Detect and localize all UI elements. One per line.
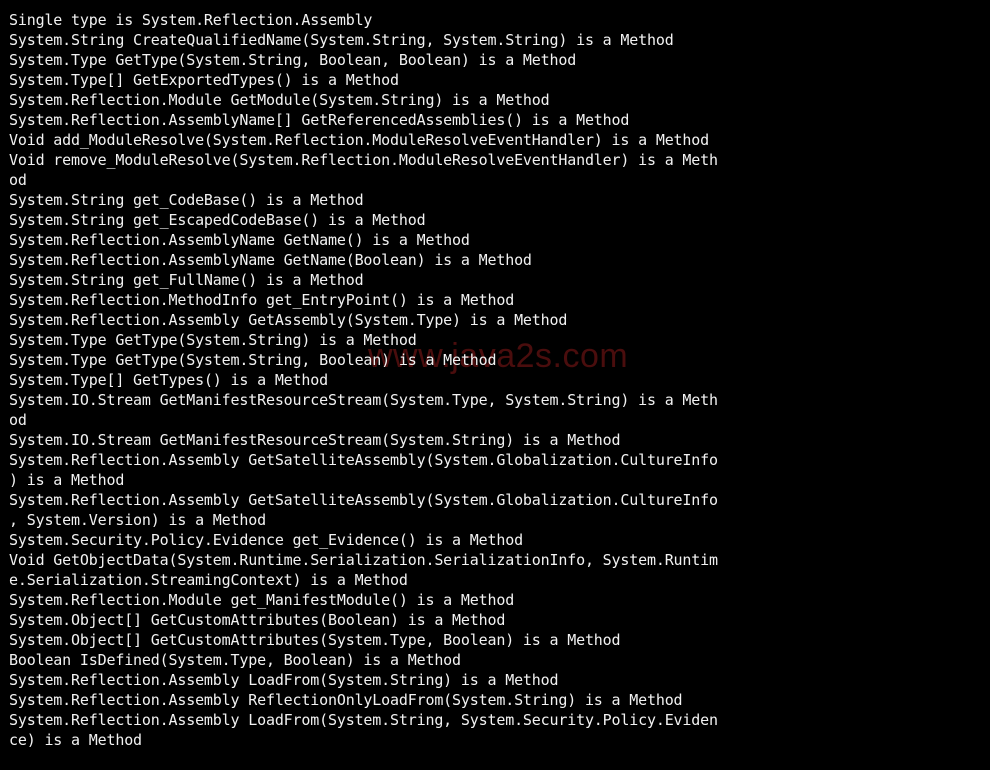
console-line: System.Object[] GetCustomAttributes(Bool… [9,611,506,629]
console-line: System.Type[] GetTypes() is a Method [9,371,328,389]
console-window: www.java2s.com Single type is System.Ref… [0,0,990,770]
console-line: System.Type GetType(System.String, Boole… [9,51,577,69]
console-line: System.Reflection.Assembly GetSatelliteA… [9,491,718,509]
console-line: od [9,171,27,189]
console-line: Void remove_ModuleResolve(System.Reflect… [9,151,718,169]
console-line: System.String CreateQualifiedName(System… [9,31,674,49]
console-line: Single type is System.Reflection.Assembl… [9,11,373,29]
console-output-text[interactable]: Single type is System.Reflection.Assembl… [0,0,990,750]
console-line: System.Security.Policy.Evidence get_Evid… [9,531,523,549]
console-line: System.Reflection.MethodInfo get_EntryPo… [9,291,515,309]
console-line: System.Type GetType(System.String, Boole… [9,351,497,369]
console-line: System.Object[] GetCustomAttributes(Syst… [9,631,621,649]
console-line: System.Reflection.Assembly ReflectionOnl… [9,691,683,709]
console-line: ) is a Method [9,471,125,489]
console-line: e.Serialization.StreamingContext) is a M… [9,571,408,589]
console-line: System.Reflection.Assembly LoadFrom(Syst… [9,671,559,689]
console-line: System.String get_EscapedCodeBase() is a… [9,211,426,229]
console-line: ce) is a Method [9,731,142,749]
console-line: Void GetObjectData(System.Runtime.Serial… [9,551,718,569]
console-line: System.Reflection.Assembly GetSatelliteA… [9,451,718,469]
console-line: System.Reflection.Assembly GetAssembly(S… [9,311,568,329]
console-line: System.IO.Stream GetManifestResourceStre… [9,391,718,409]
console-line: System.Reflection.Module get_ManifestMod… [9,591,515,609]
console-line: , System.Version) is a Method [9,511,266,529]
console-line: System.Type[] GetExportedTypes() is a Me… [9,71,399,89]
console-line: System.Reflection.AssemblyName GetName()… [9,231,470,249]
console-line: System.String get_FullName() is a Method [9,271,364,289]
console-line: Boolean IsDefined(System.Type, Boolean) … [9,651,461,669]
console-line: System.Reflection.Module GetModule(Syste… [9,91,550,109]
console-line: System.String get_CodeBase() is a Method [9,191,364,209]
console-line: System.Reflection.AssemblyName GetName(B… [9,251,532,269]
console-line: Void add_ModuleResolve(System.Reflection… [9,131,710,149]
console-line: System.Type GetType(System.String) is a … [9,331,417,349]
console-line: System.Reflection.Assembly LoadFrom(Syst… [9,711,718,729]
console-line: System.IO.Stream GetManifestResourceStre… [9,431,621,449]
console-line: System.Reflection.AssemblyName[] GetRefe… [9,111,630,129]
console-line: od [9,411,27,429]
